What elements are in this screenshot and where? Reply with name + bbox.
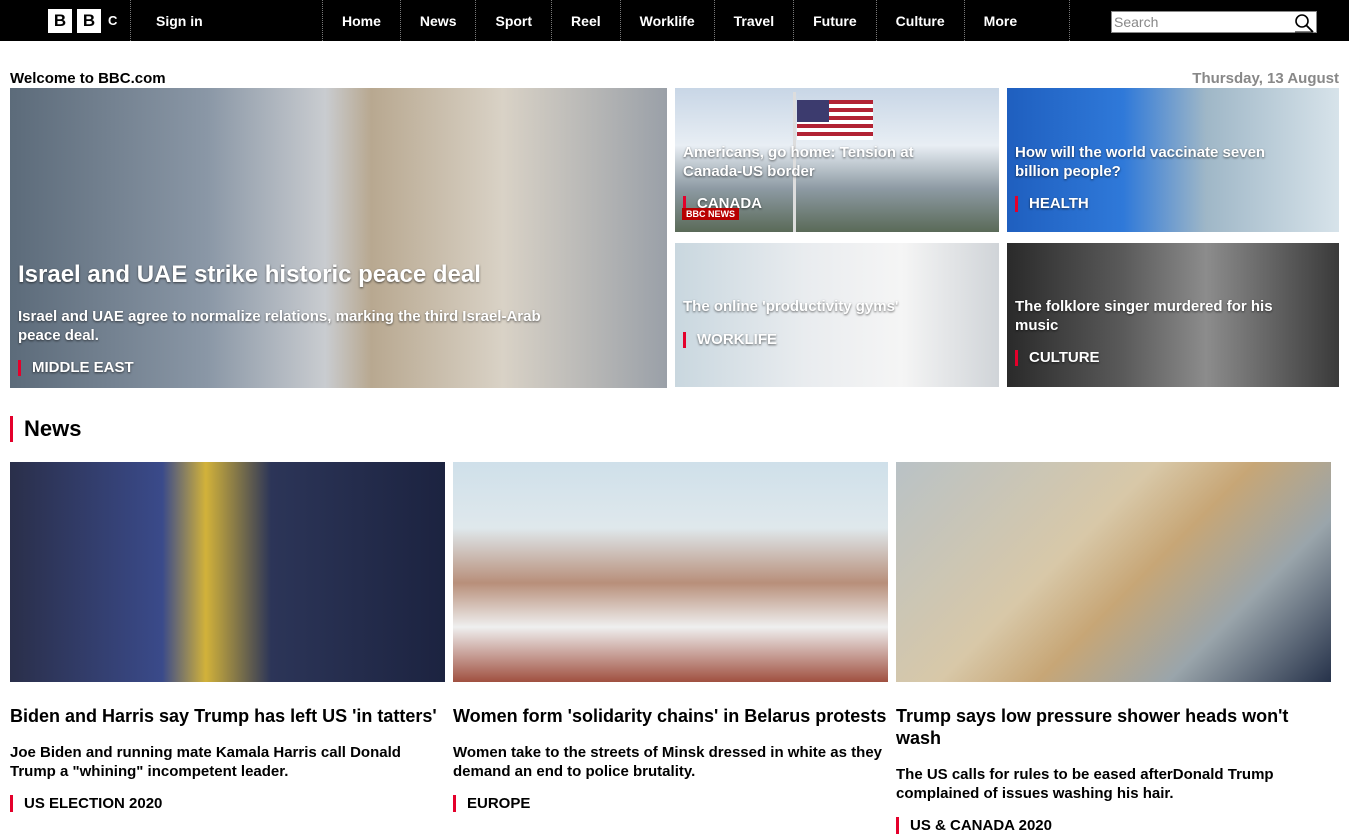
nav-more[interactable]: More <box>963 0 1071 41</box>
promo-culture[interactable]: The folklore singer murdered for his mus… <box>1007 243 1339 387</box>
welcome-text: Welcome to BBC.com <box>10 70 166 87</box>
nav-travel[interactable]: Travel <box>713 0 793 41</box>
hero-title[interactable]: Israel and UAE strike historic peace dea… <box>18 261 481 289</box>
news-headline[interactable]: Trump says low pressure shower heads won… <box>896 705 1331 749</box>
news-summary: Joe Biden and running mate Kamala Harris… <box>10 744 401 780</box>
logo-letter-b2: B <box>77 9 101 33</box>
search-box <box>1111 11 1317 33</box>
news-tag[interactable]: EUROPE <box>453 795 530 812</box>
search-input[interactable] <box>1112 12 1292 32</box>
nav-home[interactable]: Home <box>322 0 400 41</box>
promo-worklife[interactable]: The online 'productivity gyms' WORKLIFE <box>675 243 999 387</box>
hero-tag[interactable]: MIDDLE EAST <box>18 360 134 376</box>
news-headline[interactable]: Biden and Harris say Trump has left US '… <box>10 705 445 727</box>
news-summary: The US calls for rules to be eased after… <box>896 766 1274 802</box>
hero-story[interactable]: Israel and UAE strike historic peace dea… <box>10 88 667 388</box>
promo-title[interactable]: The folklore singer murdered for his mus… <box>1015 297 1275 335</box>
nav-worklife[interactable]: Worklife <box>619 0 714 41</box>
promo-canada[interactable]: Americans, go home: Tension at Canada-US… <box>675 88 999 232</box>
nav-reel[interactable]: Reel <box>551 0 620 41</box>
logo-letter-b1: B <box>48 9 72 33</box>
news-section-heading[interactable]: News <box>10 416 81 442</box>
sign-in-link[interactable]: Sign in <box>156 0 203 41</box>
news-image[interactable] <box>896 462 1331 682</box>
news-card[interactable]: Biden and Harris say Trump has left US '… <box>10 462 445 813</box>
divider <box>130 0 132 41</box>
bbc-news-badge: BBC NEWS <box>682 208 739 220</box>
promo-title[interactable]: How will the world vaccinate seven billi… <box>1015 143 1275 181</box>
news-image[interactable] <box>10 462 445 682</box>
search-icon[interactable] <box>1294 13 1314 33</box>
us-flag-image <box>797 100 873 140</box>
top-navigation-bar: B B C Sign in Home News Sport Reel Workl… <box>0 0 1349 41</box>
promo-tag[interactable]: WORKLIFE <box>683 332 777 348</box>
promo-tag[interactable]: CULTURE <box>1015 350 1100 366</box>
nav-news[interactable]: News <box>399 0 476 41</box>
date-text: Thursday, 13 August <box>1192 70 1339 87</box>
nav-culture[interactable]: Culture <box>875 0 964 41</box>
promo-tag[interactable]: HEALTH <box>1015 196 1089 212</box>
news-summary: Women take to the streets of Minsk dress… <box>453 744 883 780</box>
promo-title[interactable]: The online 'productivity gyms' <box>683 297 943 316</box>
main-nav: Home News Sport Reel Worklife Travel Fut… <box>322 0 1071 41</box>
nav-sport[interactable]: Sport <box>475 0 551 41</box>
nav-future[interactable]: Future <box>793 0 876 41</box>
news-tag[interactable]: US & CANADA 2020 <box>896 817 1052 834</box>
bbc-logo[interactable]: B B C <box>48 9 117 33</box>
news-card[interactable]: Women form 'solidarity chains' in Belaru… <box>453 462 888 813</box>
promo-title[interactable]: Americans, go home: Tension at Canada-US… <box>683 143 943 181</box>
logo-letter-c: C <box>108 13 118 28</box>
news-card[interactable]: Trump says low pressure shower heads won… <box>896 462 1331 835</box>
news-tag[interactable]: US ELECTION 2020 <box>10 795 162 812</box>
news-image[interactable] <box>453 462 888 682</box>
news-headline[interactable]: Women form 'solidarity chains' in Belaru… <box>453 705 888 727</box>
hero-summary: Israel and UAE agree to normalize relati… <box>18 308 541 344</box>
promo-health[interactable]: How will the world vaccinate seven billi… <box>1007 88 1339 232</box>
